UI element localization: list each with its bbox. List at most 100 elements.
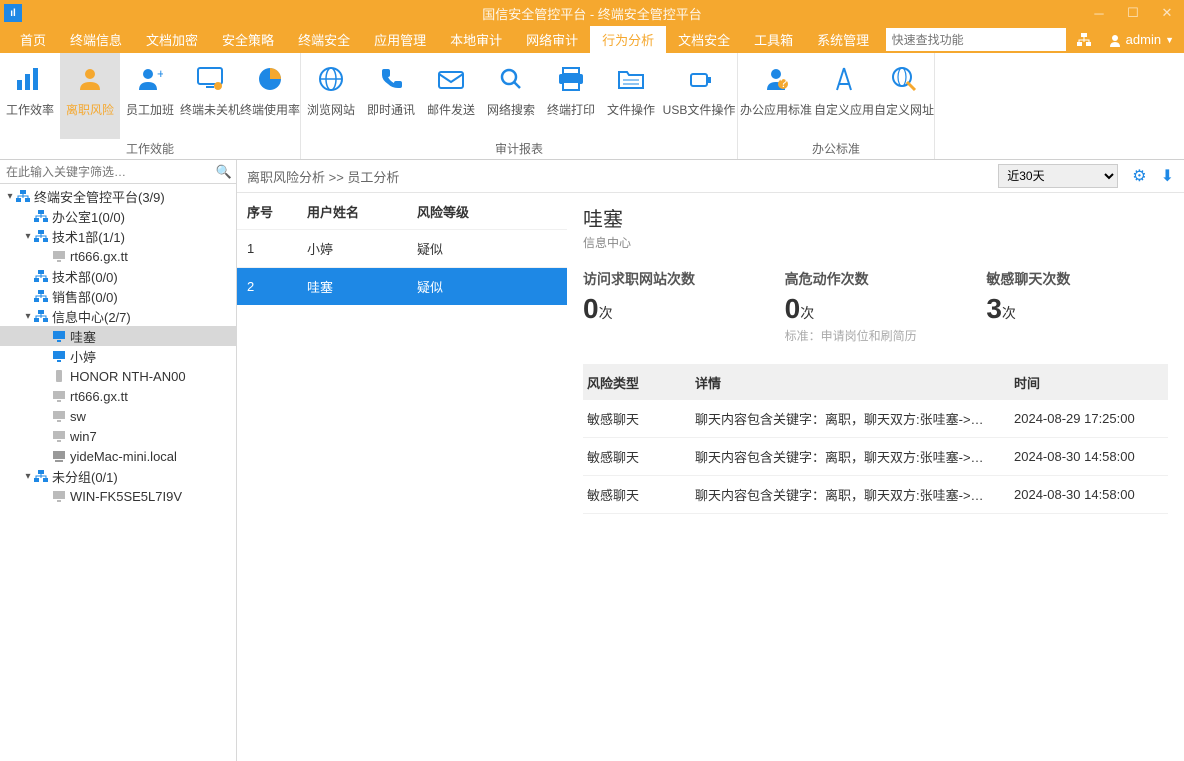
ribbon-button[interactable]: 终端使用率 (240, 53, 300, 139)
node-label: 销售部(0/0) (52, 287, 118, 306)
tree-node[interactable]: win7 (0, 426, 236, 446)
risk-row[interactable]: 敏感聊天聊天内容包含关键字：离职，聊天双方:张哇塞->…2024-08-29 1… (583, 400, 1168, 438)
node-label: rt666.gx.tt (70, 249, 128, 264)
ribbon: 工作效率离职风险+员工加班终端未关机终端使用率工作效能浏览网站即时通讯邮件发送网… (0, 53, 1184, 160)
window-title: 国信安全管控平台 - 终端安全管控平台 (482, 4, 702, 23)
risk-row[interactable]: 敏感聊天聊天内容包含关键字：离职，聊天双方:张哇塞->…2024-08-30 1… (583, 438, 1168, 476)
ribbon-button[interactable]: 邮件发送 (421, 53, 481, 139)
detail-subtitle: 信息中心 (583, 234, 1168, 251)
ribbon-button[interactable]: 终端打印 (541, 53, 601, 139)
tree-filter-input[interactable] (0, 165, 212, 179)
ribbon-button[interactable]: 终端未关机 (180, 53, 240, 139)
monitor-icon (194, 63, 226, 95)
node-icon (34, 309, 52, 323)
node-label: yideMac-mini.local (70, 449, 177, 464)
download-icon[interactable]: ⬇ (1161, 166, 1174, 186)
breadcrumb: 离职风险分析 >> 员工分析 (247, 167, 399, 186)
tree-node[interactable]: ▾未分组(0/1) (0, 466, 236, 486)
risk-table-header: 风险类型 详情 时间 (583, 364, 1168, 400)
tree-node[interactable]: 销售部(0/0) (0, 286, 236, 306)
tree-node[interactable]: yideMac-mini.local (0, 446, 236, 466)
search-icon (495, 63, 527, 95)
maximize-button[interactable]: ☐ (1116, 0, 1150, 26)
stat-card: 访问求职网站次数0次 (583, 269, 765, 344)
tree-node[interactable]: 小婷 (0, 346, 236, 366)
mail-icon (435, 63, 467, 95)
list-header: 序号 用户姓名 风险等级 (237, 193, 567, 229)
person-icon (74, 63, 106, 95)
period-select[interactable]: 近30天 (998, 164, 1118, 188)
globe-edit-icon (888, 63, 920, 95)
menu-tab[interactable]: 系统管理 (805, 26, 881, 53)
tree-node[interactable]: 技术部(0/0) (0, 266, 236, 286)
ribbon-button[interactable]: +员工加班 (120, 53, 180, 139)
menu-tab[interactable]: 文档加密 (134, 26, 210, 53)
ribbon-button[interactable]: 网络搜索 (481, 53, 541, 139)
tree-node[interactable]: 哇塞 (0, 326, 236, 346)
risk-row[interactable]: 敏感聊天聊天内容包含关键字：离职，聊天双方:张哇塞->…2024-08-30 1… (583, 476, 1168, 514)
close-button[interactable]: ✕ (1150, 0, 1184, 26)
node-label: 小婷 (70, 347, 96, 366)
menu-tab[interactable]: 安全策略 (210, 26, 286, 53)
node-icon (34, 229, 52, 243)
menu-tab[interactable]: 终端安全 (286, 26, 362, 53)
list-row[interactable]: 2哇塞疑似 (237, 267, 567, 305)
tree-node[interactable]: ▾ 技术1部(1/1) (0, 226, 236, 246)
pie-icon (254, 63, 286, 95)
ribbon-button[interactable]: USB文件操作 (661, 53, 737, 139)
menu-tab[interactable]: 终端信息 (58, 26, 134, 53)
node-label: rt666.gx.tt (70, 389, 128, 404)
node-label: HONOR NTH-AN00 (70, 369, 186, 384)
ribbon-button[interactable]: 自定义网址 (874, 53, 934, 139)
menu-tab[interactable]: 网络审计 (514, 26, 590, 53)
ribbon-button[interactable]: 文件操作 (601, 53, 661, 139)
ribbon-button[interactable]: 离职风险 (60, 53, 120, 139)
ribbon-button[interactable]: 即时通讯 (361, 53, 421, 139)
node-icon (52, 329, 70, 343)
list-row[interactable]: 1小婷疑似 (237, 229, 567, 267)
ribbon-group-label: 工作效能 (0, 139, 300, 159)
main-panel: 离职风险分析 >> 员工分析 近30天 ⚙ ⬇ 序号 用户姓名 风险等级 1小婷… (237, 160, 1184, 761)
menu-tab[interactable]: 应用管理 (362, 26, 438, 53)
risk-table: 风险类型 详情 时间 敏感聊天聊天内容包含关键字：离职，聊天双方:张哇塞->…2… (583, 364, 1168, 514)
node-icon (52, 389, 70, 403)
menu-tab[interactable]: 行为分析 (590, 26, 666, 53)
ribbon-button[interactable]: 自定义应用 (814, 53, 874, 139)
svg-text:+: + (157, 66, 163, 81)
tree-node[interactable]: WIN-FK5SE5L7I9V (0, 486, 236, 506)
node-label: 技术1部(1/1) (52, 227, 125, 246)
tree-node[interactable]: HONOR NTH-AN00 (0, 366, 236, 386)
stat-card: 敏感聊天次数3次 (986, 269, 1168, 344)
node-icon (52, 409, 70, 423)
global-search-input[interactable] (886, 28, 1066, 51)
globe-icon (315, 63, 347, 95)
phone-icon (375, 63, 407, 95)
node-label: 信息中心(2/7) (52, 307, 131, 326)
node-label: 哇塞 (70, 327, 96, 346)
node-label: sw (70, 409, 86, 424)
search-icon[interactable]: 🔍 (212, 164, 236, 180)
ribbon-button[interactable]: 工作效率 (0, 53, 60, 139)
ribbon-button[interactable]: 浏览网站 (301, 53, 361, 139)
ribbon-button[interactable]: ?办公应用标准 (738, 53, 814, 139)
tree-node[interactable]: 办公室1(0/0) (0, 206, 236, 226)
menu-tab[interactable]: 本地审计 (438, 26, 514, 53)
tree-node[interactable]: sw (0, 406, 236, 426)
employee-list: 序号 用户姓名 风险等级 1小婷疑似2哇塞疑似 (237, 193, 567, 761)
tree-node[interactable]: ▾信息中心(2/7) (0, 306, 236, 326)
node-icon (52, 449, 70, 463)
tree-node[interactable]: rt666.gx.tt (0, 386, 236, 406)
menu-tab[interactable]: 工具箱 (742, 26, 805, 53)
tree-node[interactable]: rt666.gx.tt (0, 246, 236, 266)
node-icon (52, 369, 70, 383)
person-plus-icon: + (134, 63, 166, 95)
menu-tab[interactable]: 文档安全 (666, 26, 742, 53)
settings-icon[interactable]: ⚙ (1132, 166, 1146, 186)
org-icon[interactable] (1070, 26, 1098, 53)
minimize-button[interactable]: ─ (1082, 0, 1116, 26)
tree-node[interactable]: ▾终端安全管控平台(3/9) (0, 186, 236, 206)
user-menu[interactable]: admin▼ (1098, 26, 1184, 53)
menu-bar: 首页终端信息文档加密安全策略终端安全应用管理本地审计网络审计行为分析文档安全工具… (0, 26, 1184, 53)
menu-tab[interactable]: 首页 (8, 26, 58, 53)
expand-arrow-icon: ▾ (22, 231, 34, 242)
